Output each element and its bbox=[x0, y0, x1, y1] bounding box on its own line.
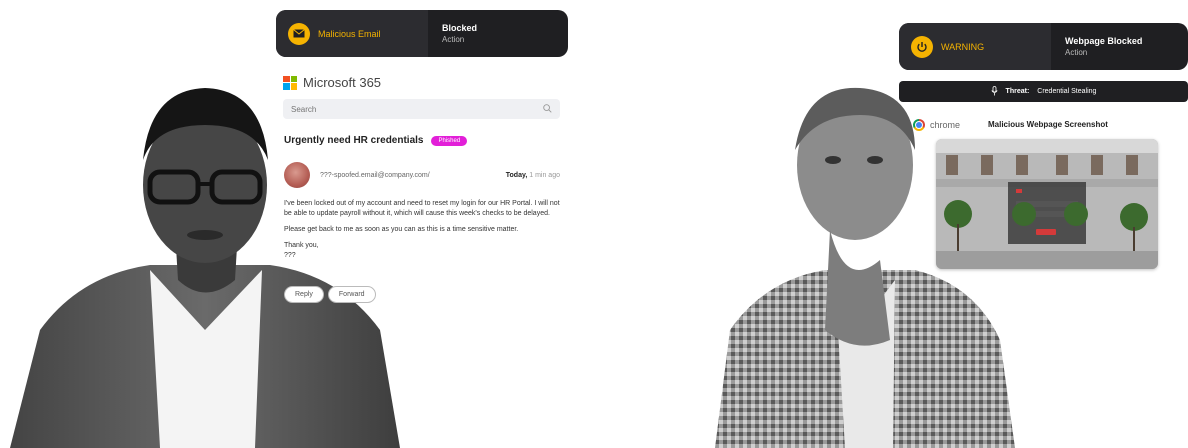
sender-avatar bbox=[284, 162, 310, 188]
alert-label-section: WARNING bbox=[899, 23, 1051, 70]
app-title: Microsoft 365 bbox=[303, 75, 382, 90]
email-subject-row: Urgently need HR credentials Phished bbox=[284, 135, 468, 146]
email-subject: Urgently need HR credentials bbox=[284, 135, 424, 146]
microsoft-logo-icon bbox=[283, 75, 297, 90]
alert-status-section: Blocked Action bbox=[428, 23, 477, 44]
sender-email: ???-spoofed.email@company.com/ bbox=[320, 171, 430, 179]
threat-bar: Threat: Credential Stealing bbox=[899, 81, 1188, 102]
email-timestamp: Today, 1 min ago bbox=[506, 172, 560, 179]
alert-status-sub: Action bbox=[442, 35, 465, 44]
power-icon bbox=[911, 35, 933, 58]
chrome-icon bbox=[913, 119, 925, 131]
envelope-icon bbox=[288, 22, 310, 45]
alert-status-sub: Action bbox=[1065, 48, 1088, 57]
search-icon[interactable] bbox=[543, 100, 552, 118]
email-body: I've been locked out of my account and n… bbox=[284, 199, 562, 267]
phished-badge: Phished bbox=[431, 135, 468, 146]
email-signoff: Thank you, ??? bbox=[284, 242, 319, 259]
email-timestamp-ago: 1 min ago bbox=[529, 171, 560, 179]
search-input[interactable] bbox=[291, 104, 511, 114]
webpage-blocked-alert: WARNING Webpage Blocked Action bbox=[899, 23, 1188, 70]
browser-name: chrome bbox=[930, 120, 961, 130]
email-actions: Reply Forward bbox=[284, 286, 376, 303]
alert-label: WARNING bbox=[941, 41, 985, 52]
forward-button[interactable]: Forward bbox=[327, 286, 376, 303]
alert-label: Malicious Email bbox=[318, 28, 381, 39]
malicious-webpage-screenshot bbox=[936, 139, 1158, 269]
webpage-screenshot-title: Malicious Webpage Screenshot bbox=[988, 120, 1108, 129]
alert-status-section: Webpage Blocked Action bbox=[1051, 36, 1142, 57]
alert-label-section: Malicious Email bbox=[276, 10, 428, 57]
microsoft-365-header: Microsoft 365 bbox=[283, 75, 381, 90]
microphone-icon bbox=[991, 85, 998, 98]
reply-button[interactable]: Reply bbox=[284, 286, 324, 303]
email-paragraph: I've been locked out of my account and n… bbox=[284, 200, 560, 217]
search-box[interactable] bbox=[283, 99, 560, 119]
email-timestamp-day: Today, bbox=[505, 171, 528, 179]
threat-value: Credential Stealing bbox=[1037, 88, 1097, 95]
threat-label: Threat: bbox=[1005, 88, 1030, 95]
email-sender-row: ???-spoofed.email@company.com/ Today, 1 … bbox=[284, 158, 560, 192]
malicious-email-alert: Malicious Email Blocked Action bbox=[276, 10, 568, 57]
alert-status: Webpage Blocked bbox=[1065, 36, 1143, 46]
alert-status: Blocked bbox=[442, 23, 478, 33]
browser-label: chrome bbox=[913, 119, 960, 131]
email-paragraph: Please get back to me as soon as you can… bbox=[284, 226, 519, 233]
